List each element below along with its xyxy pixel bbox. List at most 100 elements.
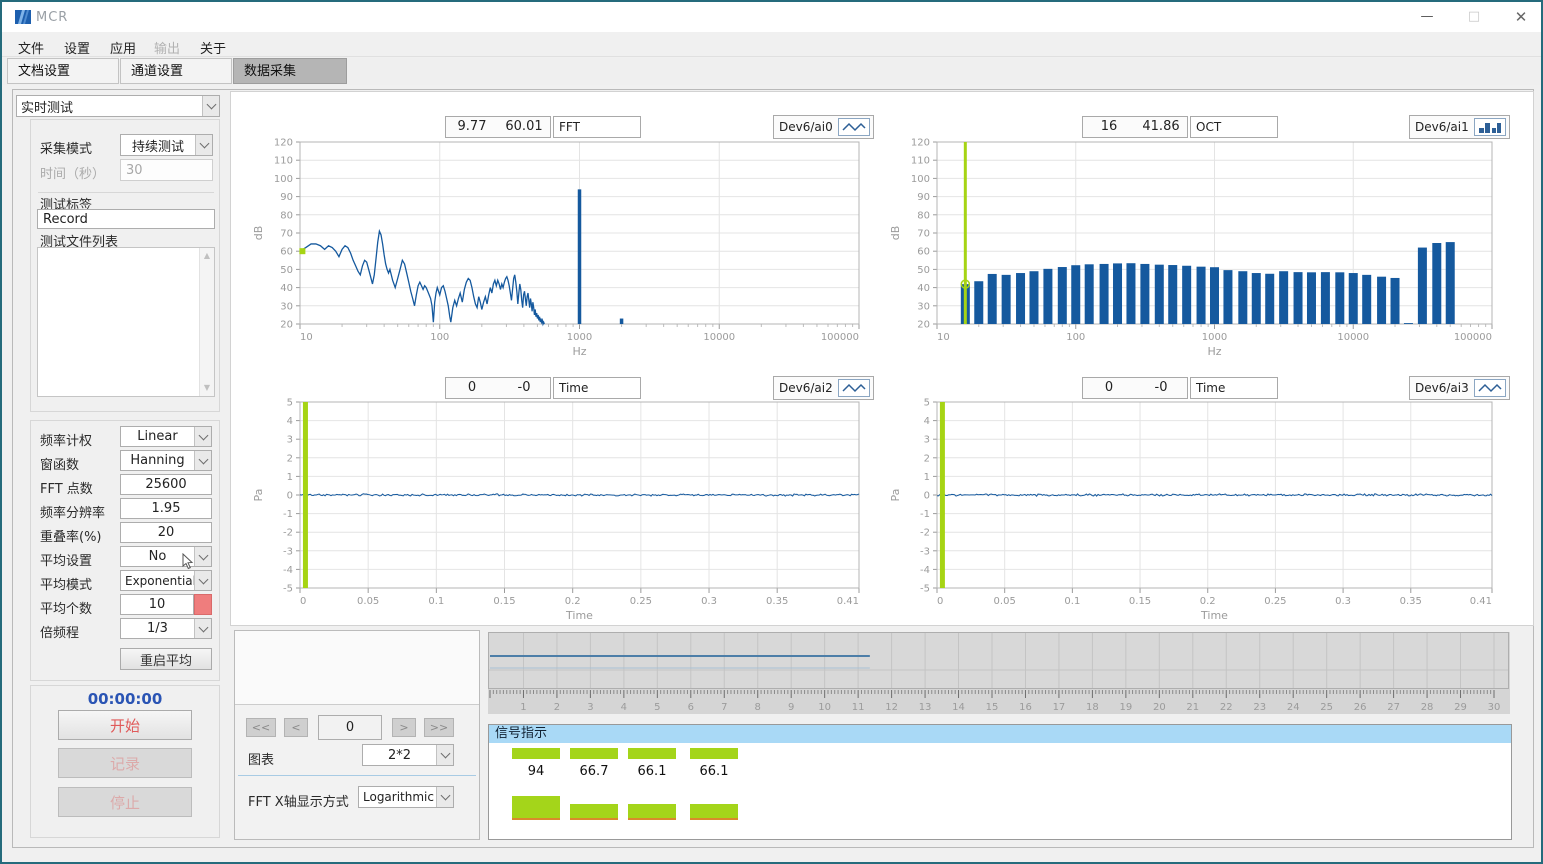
time3-chart-name[interactable]: Time [1190, 377, 1278, 399]
mouse-cursor [182, 553, 195, 575]
oct-chart-name[interactable]: OCT [1190, 116, 1278, 138]
svg-text:0.41: 0.41 [1470, 596, 1492, 607]
maximize-button[interactable]: □ [1457, 6, 1491, 28]
minimize-button[interactable]: — [1410, 6, 1444, 28]
svg-text:Pa: Pa [252, 489, 265, 502]
svg-text:50: 50 [917, 265, 930, 276]
level-value: 94 [512, 764, 560, 779]
scroll-up-icon[interactable]: ▲ [200, 248, 214, 264]
svg-text:0.15: 0.15 [493, 596, 515, 607]
svg-text:-5: -5 [920, 584, 930, 595]
start-button[interactable]: 开始 [58, 710, 192, 740]
time2-chart-name[interactable]: Time [553, 377, 641, 399]
menu-file[interactable]: 文件 [12, 36, 50, 59]
average-count-label: 平均个数 [40, 598, 92, 617]
octave-select[interactable]: 1/3 [120, 618, 212, 639]
fft-chart[interactable]: 2030405060708090100110120101001000100001… [242, 138, 867, 366]
svg-text:80: 80 [917, 210, 930, 221]
nav-last-button[interactable]: >> [424, 718, 454, 737]
svg-text:11: 11 [852, 702, 865, 713]
svg-text:0.35: 0.35 [1400, 596, 1422, 607]
app-window: MCR — □ ✕ 文件 设置 应用 输出 关于 文档设置 通道设置 数据采集 … [0, 0, 1543, 864]
freq-weighting-select[interactable]: Linear [120, 426, 212, 447]
fft-points-input[interactable]: 25600 [120, 474, 212, 495]
svg-text:dB: dB [889, 226, 902, 241]
svg-text:0.1: 0.1 [1064, 596, 1080, 607]
cursor-y-value: 41.86 [1135, 117, 1187, 137]
cursor-y-value: 60.01 [498, 117, 550, 137]
svg-text:19: 19 [1119, 702, 1132, 713]
restart-average-button[interactable]: 重启平均 [120, 648, 212, 670]
svg-text:50: 50 [280, 265, 293, 276]
svg-text:3: 3 [587, 702, 593, 713]
frame-index-input[interactable]: 0 [318, 715, 382, 740]
svg-text:100: 100 [430, 332, 449, 343]
menu-settings[interactable]: 设置 [58, 36, 96, 59]
time-seconds-label: 时间（秒） [40, 163, 105, 182]
svg-text:5: 5 [287, 398, 293, 409]
meter-baseline [690, 818, 738, 820]
tab-document-settings[interactable]: 文档设置 [7, 58, 119, 84]
fft-xaxis-mode-select[interactable]: Logarithmic [358, 786, 454, 808]
svg-text:110: 110 [274, 156, 293, 167]
time2-channel-box[interactable]: Dev6/ai2 [773, 376, 874, 400]
fft-channel-box[interactable]: Dev6/ai0 [773, 115, 874, 139]
time3-channel-box[interactable]: Dev6/ai3 [1409, 376, 1510, 400]
tab-channel-settings[interactable]: 通道设置 [120, 58, 232, 84]
svg-text:-3: -3 [920, 546, 930, 557]
overlap-label: 重叠率(%) [40, 526, 102, 545]
svg-text:18: 18 [1086, 702, 1099, 713]
chart-layout-select[interactable]: 2*2 [362, 744, 454, 766]
chevron-down-icon [194, 451, 211, 470]
average-count-input[interactable]: 10 [120, 594, 194, 615]
svg-text:Time: Time [565, 609, 593, 622]
svg-text:1: 1 [520, 702, 526, 713]
nav-first-button[interactable]: << [246, 718, 276, 737]
svg-text:0.15: 0.15 [1129, 596, 1151, 607]
fft-chart-name[interactable]: FFT [553, 116, 641, 138]
freq-resolution-input[interactable]: 1.95 [120, 498, 212, 519]
level-bar-icon [570, 748, 618, 759]
nav-next-button[interactable]: > [392, 718, 416, 737]
overlap-input[interactable]: 20 [120, 522, 212, 543]
time3-cursor-readout: 0-0 [1082, 377, 1188, 399]
svg-text:90: 90 [917, 192, 930, 203]
oct-chart[interactable]: 2030405060708090100110120101001000100001… [879, 138, 1500, 366]
svg-text:10: 10 [818, 702, 831, 713]
record-overview-strip[interactable]: 1234567891011121314151617181920212223242… [488, 632, 1510, 714]
oct-channel-box[interactable]: Dev6/ai1 [1409, 115, 1510, 139]
octave-label: 倍频程 [40, 622, 79, 641]
chevron-down-icon [194, 571, 211, 590]
chevron-down-icon [194, 619, 211, 638]
svg-text:-1: -1 [283, 509, 293, 520]
menu-application[interactable]: 应用 [104, 36, 142, 59]
test-file-list[interactable]: ▲ ▼ [37, 247, 215, 397]
window-function-select[interactable]: Hanning [120, 450, 212, 471]
svg-text:30: 30 [280, 301, 293, 312]
svg-text:0: 0 [300, 596, 306, 607]
scroll-down-icon[interactable]: ▼ [200, 380, 214, 396]
scrollbar[interactable]: ▲ ▼ [199, 248, 214, 396]
nav-prev-button[interactable]: < [284, 718, 308, 737]
close-button[interactable]: ✕ [1504, 6, 1538, 28]
acq-mode-label: 采集模式 [40, 138, 92, 157]
svg-text:24: 24 [1287, 702, 1300, 713]
level-value: 66.7 [570, 764, 618, 779]
average-mode-label: 平均模式 [40, 574, 92, 593]
svg-text:15: 15 [986, 702, 999, 713]
svg-text:21: 21 [1186, 702, 1199, 713]
svg-text:8: 8 [755, 702, 761, 713]
average-setting-select[interactable]: No [120, 546, 212, 567]
time3-chart[interactable]: -5-4-3-2-101234500.050.10.150.20.250.30.… [879, 398, 1500, 630]
menu-about[interactable]: 关于 [194, 36, 232, 59]
test-mode-select[interactable]: 实时测试 [16, 95, 220, 117]
tab-data-acquisition[interactable]: 数据采集 [233, 58, 347, 84]
average-count-flag [194, 594, 212, 615]
average-mode-select[interactable]: Exponential [120, 570, 212, 591]
channel-label: Dev6/ai2 [779, 381, 833, 395]
acq-mode-select[interactable]: 持续测试 [120, 134, 213, 156]
time2-chart[interactable]: -5-4-3-2-101234500.050.10.150.20.250.30.… [242, 398, 867, 630]
level-value: 66.1 [690, 764, 738, 779]
test-tag-input[interactable]: Record [37, 209, 215, 229]
preview-box [235, 631, 479, 705]
